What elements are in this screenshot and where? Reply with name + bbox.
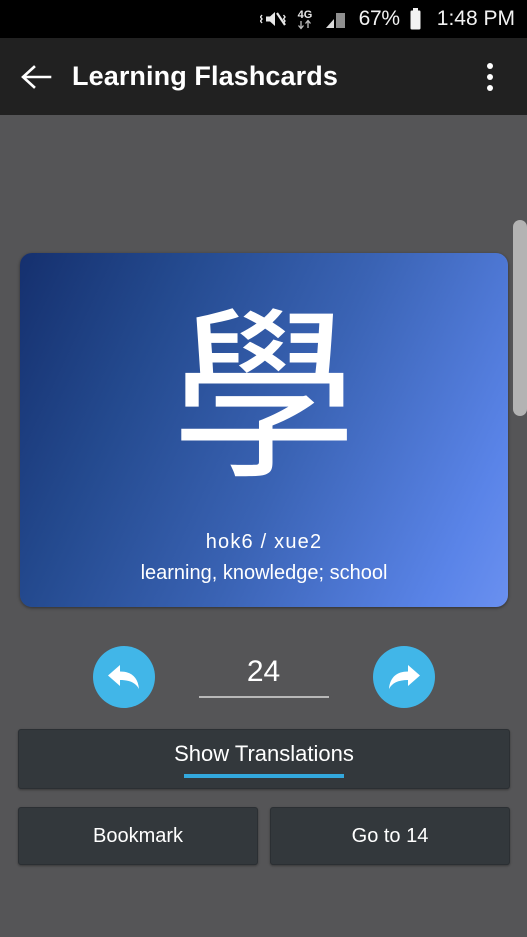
network-4g-icon: 4G	[297, 9, 312, 30]
status-bar: 4G 67% 1:48 PM	[0, 0, 527, 38]
flashcard[interactable]: 學 hok6 / xue2 learning, knowledge; schoo…	[20, 253, 508, 607]
show-translations-accent-bar	[184, 773, 344, 778]
flashcard-screen: 學 hok6 / xue2 learning, knowledge; schoo…	[0, 115, 527, 937]
card-index-underline	[198, 695, 329, 698]
previous-card-button[interactable]	[92, 646, 155, 708]
page-title: Learning Flashcards	[72, 61, 338, 91]
secondary-action-row: Bookmark Go to 14	[18, 807, 510, 865]
battery-percent-label: 67%	[358, 7, 400, 30]
arrow-redo-forward-icon	[388, 665, 420, 689]
flashcard-meaning: learning, knowledge; school	[140, 562, 388, 584]
battery-icon	[410, 8, 421, 30]
vertical-scrollbar[interactable]	[513, 220, 527, 416]
card-index-input[interactable]: 24	[198, 655, 329, 698]
card-navigation-row: 24	[0, 639, 527, 715]
status-icon-group: 4G 67% 1:48 PM	[259, 7, 515, 31]
svg-text:4G: 4G	[297, 9, 312, 21]
more-vertical-icon-dot-3	[487, 84, 493, 91]
flashcard-character-area: 學	[20, 253, 508, 531]
arrow-undo-back-icon	[107, 665, 139, 689]
arrow-left-icon	[21, 64, 52, 89]
card-index-value: 24	[246, 655, 281, 689]
show-translations-label: Show Translations	[174, 740, 354, 766]
go-to-card-button[interactable]: Go to 14	[270, 807, 510, 865]
app-toolbar: Learning Flashcards	[0, 38, 527, 115]
bookmark-button[interactable]: Bookmark	[18, 807, 258, 865]
more-vertical-icon-dot-1	[487, 62, 493, 69]
show-translations-button[interactable]: Show Translations	[18, 729, 510, 789]
flashcard-character: 學	[171, 289, 357, 506]
back-button[interactable]	[0, 62, 72, 92]
flashcard-reading: hok6 / xue2	[205, 531, 323, 553]
clock-label: 1:48 PM	[436, 7, 515, 30]
vibrate-mute-icon	[259, 12, 286, 26]
overflow-menu-button[interactable]	[461, 62, 519, 91]
more-vertical-icon-dot-2	[487, 73, 493, 80]
signal-bars-icon	[325, 13, 345, 28]
next-card-button[interactable]	[372, 646, 435, 708]
